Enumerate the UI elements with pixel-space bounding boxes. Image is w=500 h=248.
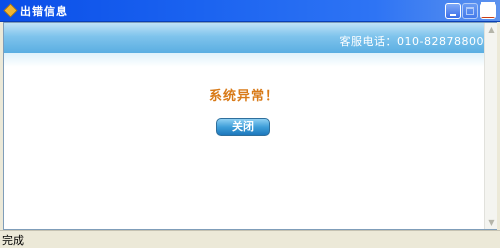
close-button[interactable]: 关闭 bbox=[216, 118, 270, 136]
maximize-icon bbox=[466, 7, 474, 15]
scroll-up-icon[interactable]: ▲ bbox=[485, 23, 498, 36]
minimize-icon bbox=[450, 14, 456, 16]
scroll-down-icon[interactable]: ▼ bbox=[485, 216, 498, 229]
content-area: 客服电话：010-82878800 系统异常！ 关闭 ▲ ▼ bbox=[3, 22, 497, 230]
title-bar[interactable]: 出错信息 ✕ bbox=[0, 0, 500, 22]
status-bar: 完成 bbox=[0, 230, 500, 247]
close-window-button[interactable]: ✕ bbox=[480, 2, 496, 19]
service-phone-label: 客服电话：010-82878800 bbox=[339, 35, 484, 48]
header-band: 客服电话：010-82878800 bbox=[4, 23, 484, 53]
minimize-button[interactable] bbox=[445, 3, 461, 19]
vertical-scrollbar[interactable]: ▲ ▼ bbox=[484, 23, 497, 229]
error-message: 系统异常！ bbox=[208, 89, 279, 104]
maximize-button[interactable] bbox=[462, 3, 478, 19]
close-icon: ✕ bbox=[481, 2, 495, 17]
app-diamond-icon bbox=[3, 3, 18, 18]
header-gradient bbox=[4, 53, 484, 67]
error-window: 出错信息 ✕ 客服电话：010-82878800 系统异常！ 关闭 ▲ ▼ 完成 bbox=[0, 0, 500, 247]
window-title: 出错信息 bbox=[20, 5, 68, 18]
